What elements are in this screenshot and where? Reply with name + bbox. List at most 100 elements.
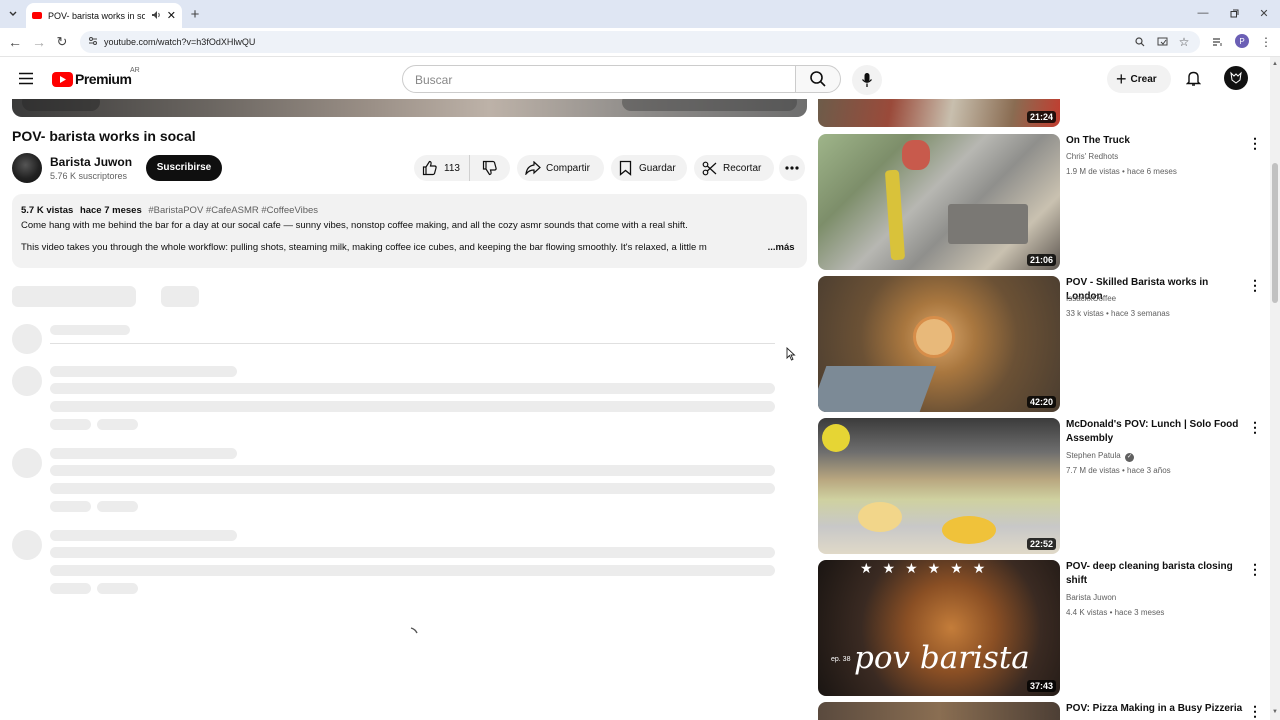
video-player[interactable] (12, 99, 807, 117)
more-options-icon[interactable]: ⋮ (1248, 277, 1262, 294)
channel-name[interactable]: Barista Juwon (50, 155, 132, 169)
minimize-icon[interactable]: — (1196, 6, 1210, 20)
restore-icon[interactable] (1227, 6, 1241, 20)
recommendation-channel[interactable]: Chris' Redhots (1066, 149, 1118, 164)
thumbnail-detail (858, 502, 902, 532)
description-line-1: Come hang with me behind the bar for a d… (21, 220, 688, 231)
zoom-icon[interactable] (1133, 35, 1147, 49)
address-bar[interactable]: youtube.com/watch?v=h3fOdXHlwQU (80, 31, 1200, 53)
hamburger-menu-icon[interactable] (16, 68, 36, 88)
skeleton-block (50, 383, 775, 394)
skeleton-block (50, 448, 237, 459)
browser-tab-strip: POV- barista works in socal ✕ + — ✕ (0, 0, 1280, 28)
reading-list-icon[interactable] (1210, 35, 1224, 49)
channel-name-text: Stephen Patula (1066, 451, 1121, 460)
skeleton-block (50, 401, 775, 412)
description-box[interactable]: 5.7 K vistas hace 7 meses #BaristaPOV #C… (12, 194, 807, 268)
scissors-icon (702, 161, 717, 175)
speaker-icon[interactable] (151, 10, 161, 22)
thumbnail-detail (913, 316, 955, 358)
more-options-icon[interactable]: ⋮ (1248, 561, 1262, 578)
recommendation-title[interactable]: McDonald's POV: Lunch | Solo Food Assemb… (1066, 418, 1244, 446)
video-thumbnail[interactable]: 21:24 (818, 99, 1060, 127)
reload-icon[interactable]: ↻ (55, 34, 69, 49)
recommendation-meta: 4.4 K vistas • hace 3 meses (1066, 608, 1165, 617)
duration-badge: 37:43 (1026, 680, 1056, 692)
scroll-down-arrow-icon[interactable]: ▼ (1272, 709, 1278, 715)
upload-date: hace 7 meses (79, 205, 142, 216)
player-settings-pill (622, 99, 797, 111)
bookmark-star-icon[interactable]: ☆ (1177, 35, 1191, 49)
cast-icon[interactable] (1155, 35, 1169, 49)
show-more-link[interactable]: ...más (768, 242, 795, 253)
save-label: Guardar (639, 162, 676, 174)
tab-title: POV- barista works in socal (48, 10, 145, 21)
more-actions-button[interactable] (779, 155, 805, 181)
duration-badge: 42:20 (1026, 396, 1056, 408)
notifications-bell-icon[interactable] (1184, 69, 1202, 87)
video-thumbnail[interactable]: ★★★★★★ ep. 38 pov barista 37:43 (818, 560, 1060, 696)
thumbnail-detail (822, 424, 850, 452)
skeleton-block (50, 483, 775, 494)
skeleton-block (97, 501, 138, 512)
site-info-icon[interactable] (88, 36, 98, 48)
skeleton-block (50, 465, 775, 476)
dislike-button[interactable] (470, 155, 510, 181)
voice-search-button[interactable] (852, 65, 882, 95)
share-icon (525, 161, 541, 175)
browser-menu-icon[interactable]: ⋮ (1259, 35, 1273, 49)
hashtags[interactable]: #BaristaPOV #CafeASMR #CoffeeVibes (148, 205, 318, 216)
forward-icon[interactable]: → (32, 34, 46, 50)
like-button[interactable]: 113 (414, 155, 470, 181)
browser-tab[interactable]: POV- barista works in socal ✕ (26, 3, 182, 28)
share-button[interactable]: Compartir (517, 155, 604, 181)
youtube-header: Premium AR Buscar + Crear (0, 57, 1270, 99)
new-tab-button[interactable]: + (186, 5, 204, 23)
youtube-logo[interactable]: Premium (52, 71, 132, 87)
episode-label: ep. 38 (831, 656, 851, 663)
recommendation-title[interactable]: On The Truck (1066, 134, 1244, 148)
subscribe-button[interactable]: Suscribirse (146, 155, 222, 181)
skeleton-block (97, 419, 138, 430)
skeleton-avatar (12, 448, 42, 478)
tab-list-chevron-icon[interactable] (6, 7, 20, 21)
video-thumbnail[interactable]: 42:20 (818, 276, 1060, 412)
recommendation-title[interactable]: POV: Pizza Making in a Busy Pizzeria (1066, 702, 1244, 716)
profile-avatar[interactable]: P (1235, 34, 1249, 48)
back-icon[interactable]: ← (8, 34, 22, 50)
video-thumbnail[interactable]: 22:52 (818, 418, 1060, 554)
thumbnail-stars: ★★★★★★ (860, 560, 996, 576)
scroll-up-arrow-icon[interactable]: ▲ (1272, 61, 1278, 67)
player-controls-pill (22, 99, 100, 111)
skeleton-block (50, 547, 775, 558)
recommendation-channel[interactable]: IssackxCoffee (1066, 291, 1116, 306)
channel-avatar[interactable] (12, 153, 42, 183)
skeleton-avatar (12, 530, 42, 560)
video-thumbnail[interactable]: 21:06 (818, 134, 1060, 270)
video-thumbnail[interactable] (818, 702, 1060, 720)
thumbnail-detail (948, 204, 1028, 244)
skeleton-block (97, 583, 138, 594)
more-options-icon[interactable]: ⋮ (1248, 135, 1262, 152)
recommendation-title[interactable]: POV- deep cleaning barista closing shift (1066, 560, 1244, 588)
scrollbar-thumb[interactable] (1272, 163, 1278, 303)
subscriber-count: 5.76 K suscriptores (50, 171, 128, 181)
duration-badge: 21:24 (1026, 111, 1056, 123)
search-button[interactable] (795, 65, 841, 93)
account-avatar[interactable] (1224, 66, 1248, 90)
search-icon (810, 71, 826, 87)
window-close-icon[interactable]: ✕ (1257, 6, 1271, 20)
verified-badge-icon: ✓ (1124, 453, 1134, 462)
tab-close-icon[interactable]: ✕ (167, 9, 176, 22)
recommendation-channel[interactable]: Barista Juwon (1066, 590, 1116, 605)
clip-button[interactable]: Recortar (694, 155, 774, 181)
save-button[interactable]: Guardar (611, 155, 687, 181)
more-options-icon[interactable]: ⋮ (1248, 703, 1262, 720)
region-code: AR (130, 67, 140, 74)
description-meta: 5.7 K vistas hace 7 meses #BaristaPOV #C… (21, 203, 798, 218)
recommendation-channel[interactable]: Stephen Patula ✓ (1066, 448, 1134, 463)
page-scrollbar[interactable]: ▲ ▼ (1270, 57, 1280, 720)
search-input[interactable]: Buscar (402, 65, 796, 93)
create-button[interactable]: + Crear (1107, 65, 1171, 93)
more-options-icon[interactable]: ⋮ (1248, 419, 1262, 436)
